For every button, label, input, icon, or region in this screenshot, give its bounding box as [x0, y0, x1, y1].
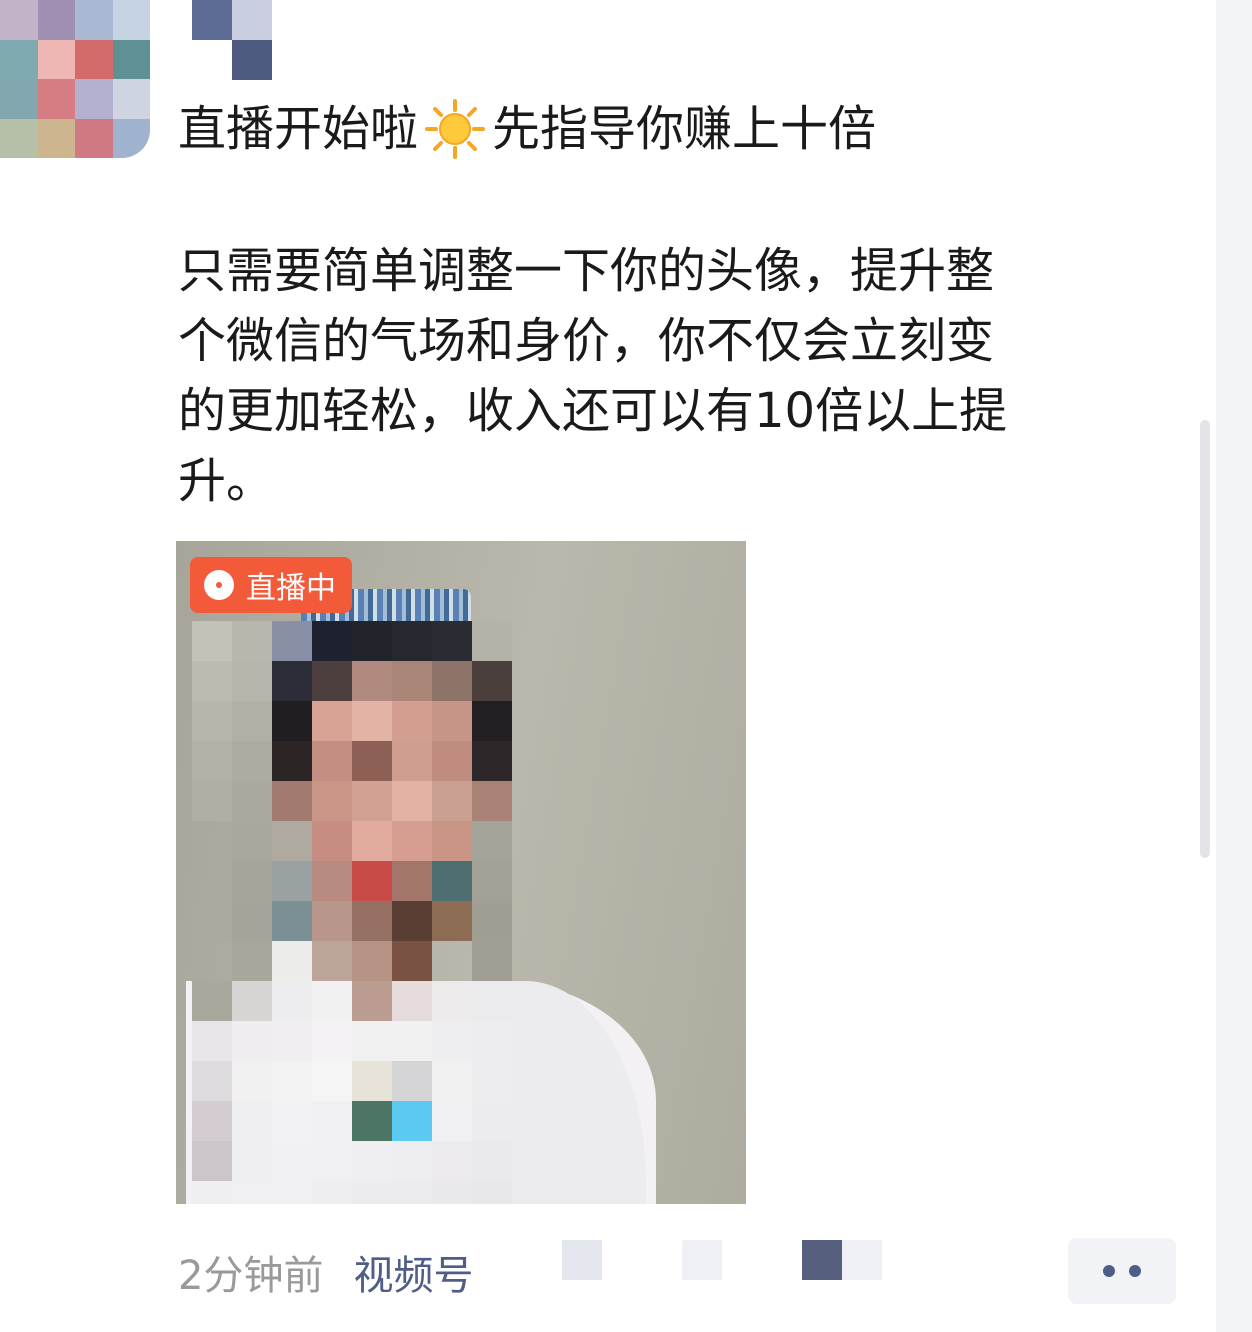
post-title-text-1: 直播开始啦: [178, 101, 419, 157]
channels-link[interactable]: 视频号: [353, 1243, 473, 1301]
post-title: 直播开始啦 先指导你赚上十倍: [178, 96, 876, 162]
live-badge: 直播中: [190, 557, 352, 613]
more-dots-icon: [1103, 1265, 1115, 1277]
video-person-pixelated: [192, 621, 512, 1204]
post-body-line: 的更加轻松，收入还可以有10倍以上提: [178, 383, 1008, 439]
live-dot-icon: [204, 570, 234, 600]
more-dots-icon: [1129, 1265, 1141, 1277]
post-timestamp: 2分钟前: [178, 1253, 324, 1299]
avatar[interactable]: [0, 0, 150, 158]
post-body-line: 升。: [178, 453, 275, 509]
sun-icon: [424, 98, 486, 160]
username-pixelated[interactable]: [192, 0, 272, 80]
scrollbar-thumb[interactable]: [1200, 420, 1210, 858]
post-body: 只需要简单调整一下你的头像，提升整 个微信的气场和身价，你不仅会立刻变 的更加轻…: [178, 236, 1178, 516]
right-margin-strip: [1216, 0, 1252, 1332]
channel-name-pixelated[interactable]: [540, 1240, 882, 1280]
post-footer: 2分钟前 视频号: [178, 1242, 495, 1302]
live-video-card[interactable]: 直播中: [176, 541, 746, 1204]
post-title-text-2: 先指导你赚上十倍: [492, 101, 877, 157]
more-actions-button[interactable]: [1068, 1238, 1176, 1304]
live-badge-label: 直播中: [246, 571, 336, 606]
post-body-line: 个微信的气场和身价，你不仅会立刻变: [178, 313, 995, 369]
post-body-line: 只需要简单调整一下你的头像，提升整: [178, 243, 995, 299]
